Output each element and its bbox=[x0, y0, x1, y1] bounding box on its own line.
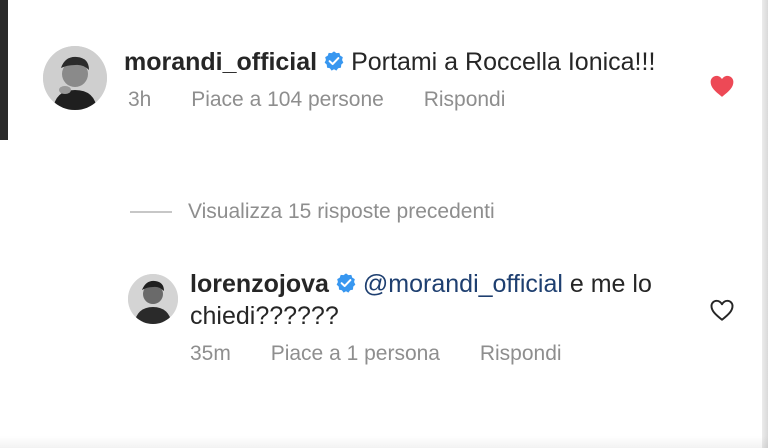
bottom-shadow bbox=[0, 436, 768, 448]
heart-filled-icon[interactable] bbox=[709, 74, 735, 98]
avatar-lorenzojova[interactable] bbox=[128, 274, 178, 324]
avatar-portrait-icon bbox=[128, 274, 178, 324]
username[interactable]: lorenzojova bbox=[190, 270, 329, 298]
comment-meta: 3h Piace a 104 persone Rispondi bbox=[128, 88, 733, 112]
likes-count-link[interactable]: Piace a 1 persona bbox=[271, 342, 440, 365]
view-previous-replies-button[interactable]: Visualizza 15 risposte precedenti bbox=[130, 200, 495, 224]
verified-badge-icon bbox=[324, 51, 344, 71]
comment-body: Portami a Roccella Ionica!!! bbox=[351, 48, 656, 76]
comment-content: lorenzojova @morandi_official e me lo ch… bbox=[190, 268, 735, 366]
avatar-morandi[interactable] bbox=[43, 46, 107, 110]
heart-outline-icon[interactable] bbox=[709, 298, 735, 322]
screenshot-frame: morandi_official Portami a Roccella Ioni… bbox=[0, 0, 768, 448]
verified-badge-icon bbox=[336, 273, 356, 293]
comment-content: morandi_official Portami a Roccella Ioni… bbox=[124, 46, 735, 112]
comment-time: 35m bbox=[190, 342, 231, 365]
comment-text-line: morandi_official Portami a Roccella Ioni… bbox=[124, 46, 733, 78]
mention-link[interactable]: @morandi_official bbox=[363, 270, 563, 298]
comment-time: 3h bbox=[128, 88, 152, 111]
comment-lorenzojova: lorenzojova @morandi_official e me lo ch… bbox=[128, 268, 735, 366]
comment-morandi: morandi_official Portami a Roccella Ioni… bbox=[43, 46, 735, 112]
comment-meta: 35m Piace a 1 persona Rispondi bbox=[190, 342, 733, 366]
left-edge bbox=[0, 0, 8, 140]
username[interactable]: morandi_official bbox=[124, 48, 317, 76]
replies-divider-line bbox=[130, 211, 172, 213]
right-edge bbox=[762, 0, 768, 448]
reply-button[interactable]: Rispondi bbox=[480, 342, 562, 365]
likes-count-link[interactable]: Piace a 104 persone bbox=[191, 88, 384, 111]
view-replies-label: Visualizza 15 risposte precedenti bbox=[188, 200, 495, 223]
reply-button[interactable]: Rispondi bbox=[424, 88, 506, 111]
avatar-portrait-icon bbox=[43, 46, 107, 110]
comment-text-line: lorenzojova @morandi_official e me lo ch… bbox=[190, 268, 733, 332]
